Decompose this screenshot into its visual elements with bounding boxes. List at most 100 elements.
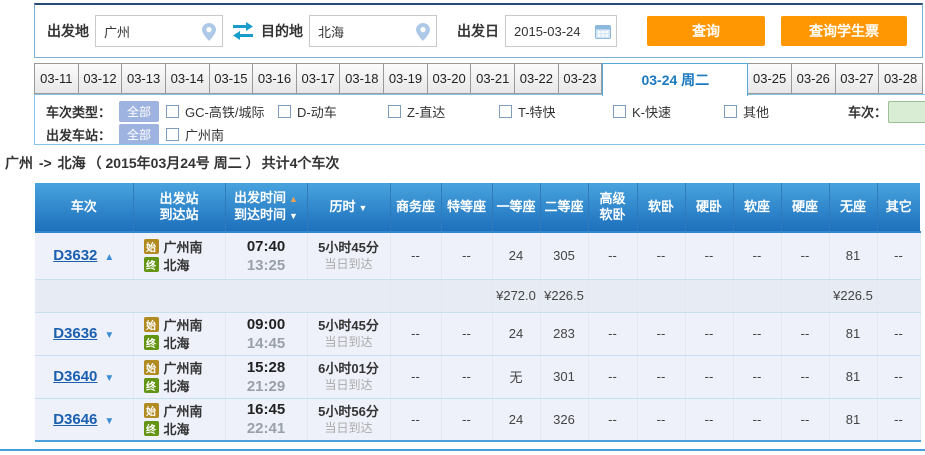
column-header: 车次	[35, 183, 133, 233]
expand-caret-icon[interactable]: ▼	[104, 416, 114, 427]
train-link[interactable]: D3632	[53, 247, 97, 264]
column-header[interactable]: 历时 ▼	[306, 183, 390, 233]
duration: 5小时45分	[318, 318, 379, 333]
column-header: 硬卧	[684, 183, 733, 233]
date-tab-03-18[interactable]: 03-18	[340, 63, 385, 94]
checkbox-box[interactable]	[724, 105, 737, 118]
seat-cell: --	[733, 398, 782, 442]
price-cell: ¥272.0	[492, 279, 541, 313]
calendar-icon[interactable]	[595, 24, 611, 44]
date-tab-03-28[interactable]: 03-28	[879, 63, 923, 94]
column-header-label: 出发站	[159, 191, 199, 206]
duration: 5小时56分	[318, 403, 379, 419]
checkbox-box[interactable]	[388, 105, 401, 118]
seat-cell: --	[390, 355, 442, 399]
depart-station-label: 出发车站：	[46, 128, 112, 143]
seat-cell: --	[685, 355, 734, 399]
seat-cell: --	[441, 232, 493, 280]
date-tab-03-15[interactable]: 03-15	[209, 63, 254, 94]
train-row: D3632 ▲ 始广州南终北海 07:40 13:25 5小时45分 当日到达 -- -- 24 3…	[35, 232, 921, 280]
train-link[interactable]: D3636	[53, 325, 97, 342]
expand-caret-icon[interactable]: ▼	[104, 373, 114, 384]
collapse-caret-icon[interactable]: ▲	[104, 252, 114, 263]
checkbox-train-type-5[interactable]: 其他	[724, 101, 769, 122]
price-cell	[877, 279, 921, 313]
checkbox-station-guangzhounan[interactable]: 广州南	[166, 124, 224, 144]
seat-cell: --	[588, 355, 638, 399]
arrival-note: 当日到达	[324, 378, 373, 392]
seat-cell: 24	[492, 398, 541, 442]
date-tab-03-14[interactable]: 03-14	[165, 63, 210, 94]
checkbox-train-type-2[interactable]: Z-直达	[388, 101, 445, 122]
checkbox-train-type-4[interactable]: K-快速	[613, 101, 671, 122]
date-tab-03-20[interactable]: 03-20	[427, 63, 472, 94]
location-pin-icon[interactable]	[202, 23, 216, 46]
checkbox-label: Z-直达	[407, 105, 446, 120]
train-type-all-badge[interactable]: 全部	[119, 101, 160, 122]
station-cell: 始广州南终北海	[133, 312, 226, 356]
terminus-badge: 终	[143, 257, 159, 273]
train-link[interactable]: D3646	[53, 411, 97, 428]
table-header-row: 车次 出发站 到达站 出发时间 ▲ 到达时间 ▼ 历时 ▼ 商务座 特等座 一等座 二等座 高级 软卧 软卧硬…	[35, 183, 920, 233]
seat-cell: --	[733, 355, 782, 399]
checkbox-label: D-动车	[297, 105, 337, 120]
price-cell	[390, 279, 442, 313]
checkbox-train-type-0[interactable]: GC-高铁/城际	[166, 101, 264, 122]
column-header-label: 硬座	[791, 199, 818, 214]
column-header: 特等座	[440, 183, 492, 233]
checkbox-box[interactable]	[499, 105, 512, 118]
swap-stations-icon[interactable]	[231, 22, 255, 40]
student-ticket-button[interactable]: 查询学生票	[781, 16, 907, 46]
date-tab-03-27[interactable]: 03-27	[835, 63, 880, 94]
sort-asc-icon[interactable]: ▲	[289, 194, 298, 204]
column-header: 一等座	[491, 183, 540, 233]
expand-caret-icon[interactable]: ▼	[104, 330, 114, 341]
date-tab-03-23[interactable]: 03-23	[558, 63, 603, 94]
column-header-label: 其它	[885, 199, 912, 214]
sort-desc-icon[interactable]: ▼	[359, 203, 368, 213]
to-label: 目的地	[261, 23, 303, 39]
checkbox-train-type-1[interactable]: D-动车	[278, 101, 337, 122]
train-row: D3640 ▼ 始广州南终北海 15:28 21:29 6小时01分 当日到达 -- -- 无 30…	[35, 355, 921, 399]
seat-cell: --	[781, 355, 830, 399]
checkbox-box[interactable]	[278, 105, 291, 118]
column-header: 出发站 到达站	[132, 183, 225, 233]
date-tab-03-24[interactable]: 03-24 周二	[602, 63, 749, 96]
date-tab-03-12[interactable]: 03-12	[78, 63, 123, 94]
search-panel: 出发地 目的地 出发日 查询 查询学生票	[34, 3, 923, 58]
checkbox-train-type-3[interactable]: T-特快	[499, 101, 556, 122]
train-link[interactable]: D3640	[53, 368, 97, 385]
seat-cell: --	[685, 232, 734, 280]
seat-cell: --	[441, 398, 493, 442]
date-tab-03-17[interactable]: 03-17	[296, 63, 341, 94]
search-button[interactable]: 查询	[647, 16, 765, 46]
column-header-label: 二等座	[544, 199, 584, 214]
price-cell	[441, 279, 493, 313]
checkbox-label: 其他	[743, 105, 770, 120]
station-name: 广州南	[163, 403, 203, 419]
column-header-label: 到达站	[159, 207, 199, 222]
column-header[interactable]: 出发时间 ▲ 到达时间 ▼	[224, 183, 307, 233]
date-tab-03-19[interactable]: 03-19	[384, 63, 428, 94]
train-no-input[interactable]	[888, 101, 925, 123]
date-tab-03-21[interactable]: 03-21	[471, 63, 516, 94]
depart-time: 09:00	[246, 315, 286, 333]
checkbox-box[interactable]	[166, 105, 179, 118]
sort-desc-icon[interactable]: ▼	[289, 211, 298, 221]
checkbox-box[interactable]	[166, 128, 179, 141]
date-tab-03-11[interactable]: 03-11	[34, 63, 79, 94]
checkbox-box[interactable]	[613, 105, 626, 118]
date-tab-03-22[interactable]: 03-22	[515, 63, 559, 94]
location-pin-icon[interactable]	[416, 23, 430, 46]
train-search-page: 出发地 目的地 出发日 查询 查询学生票 03-1103-1203-1303	[0, 0, 925, 455]
date-tab-03-13[interactable]: 03-13	[122, 63, 166, 94]
terminus-badge: 终	[143, 378, 159, 393]
date-tab-03-26[interactable]: 03-26	[791, 63, 836, 94]
to-input-wrap	[309, 15, 437, 47]
time-cell: 09:00 14:45	[225, 312, 308, 356]
station-all-badge[interactable]: 全部	[119, 124, 160, 144]
date-tab-03-16[interactable]: 03-16	[253, 63, 297, 94]
duration-cell: 5小时45分 当日到达	[307, 232, 391, 280]
seat-cell: --	[588, 232, 638, 280]
date-tab-03-25[interactable]: 03-25	[748, 63, 792, 94]
